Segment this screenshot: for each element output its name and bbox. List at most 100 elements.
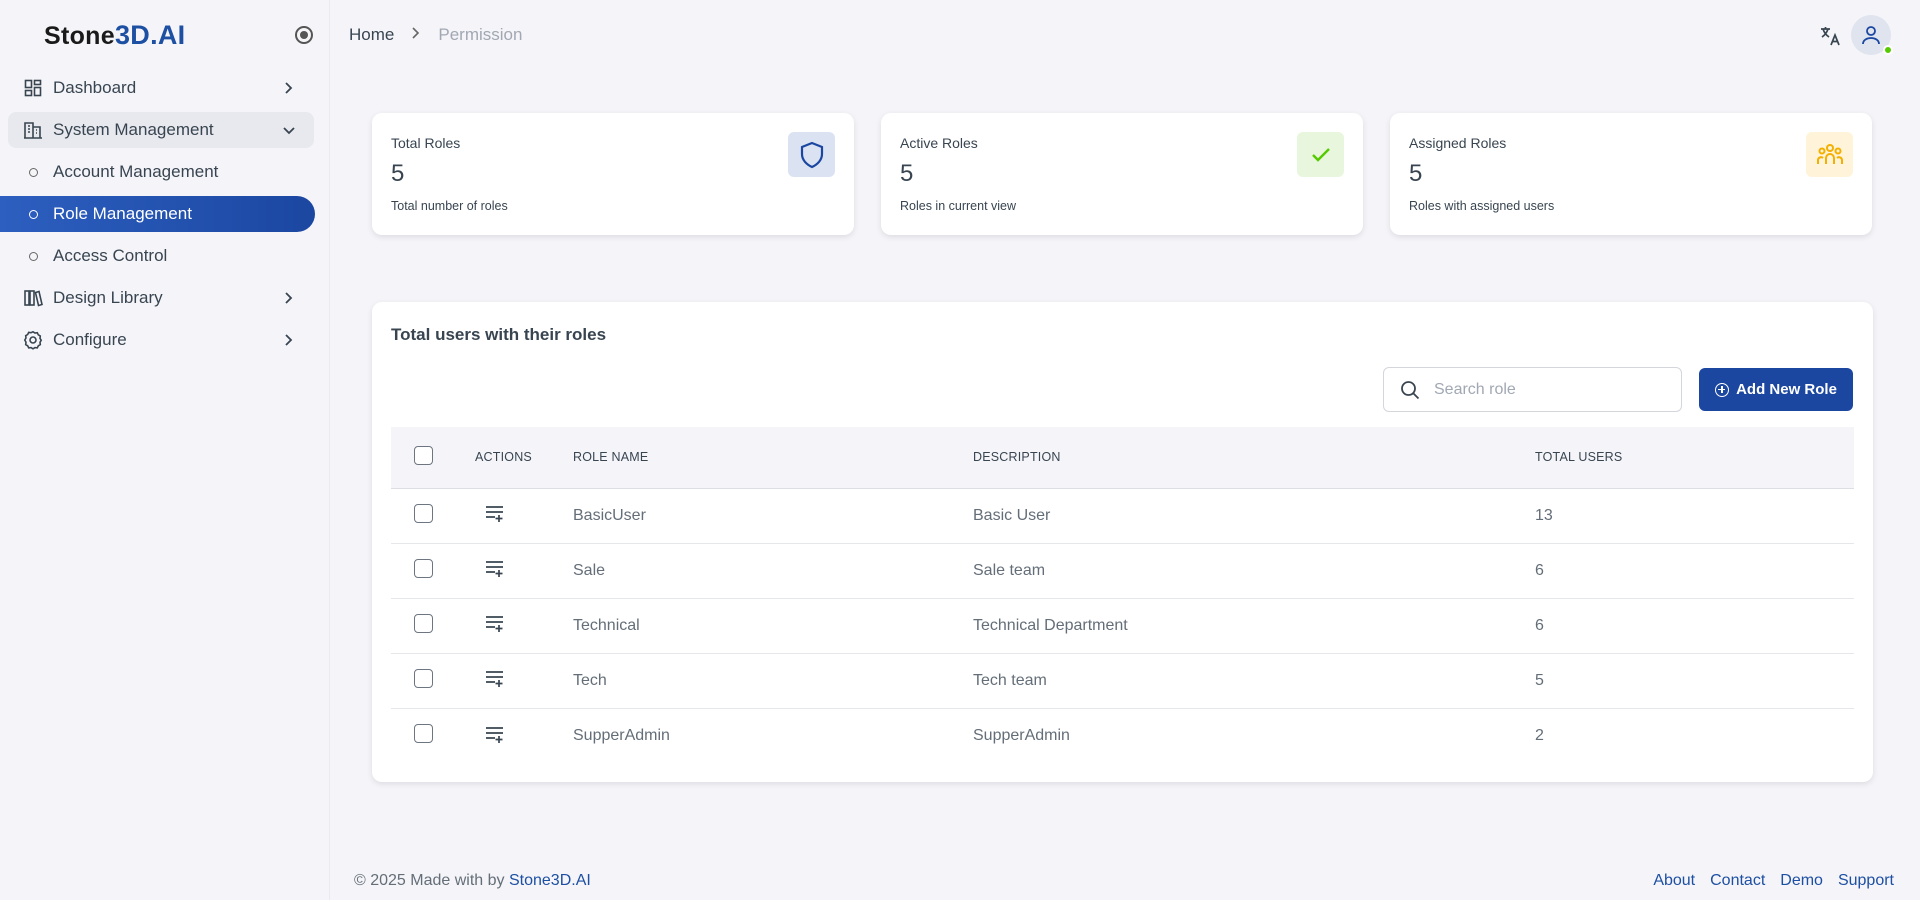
sidebar-item-design-library[interactable]: Design Library	[8, 280, 313, 316]
stat-value: 5	[391, 160, 405, 187]
chevron-right-icon	[285, 334, 293, 346]
role-total-users-cell: 6	[1535, 561, 1544, 579]
role-name-cell: Technical	[573, 616, 640, 634]
online-status-badge	[1883, 45, 1893, 55]
row-checkbox[interactable]	[414, 724, 433, 744]
stat-card-active-roles: Active Roles 5 Roles in current view	[881, 113, 1363, 235]
building-icon	[22, 119, 44, 141]
role-description-cell: Technical Department	[973, 616, 1128, 634]
footer-brand-link[interactable]: Stone3D.AI	[509, 872, 591, 889]
sidebar-item-label: Configure	[53, 330, 127, 349]
user-icon	[1862, 26, 1880, 45]
sidebar-subitem-account-management[interactable]: Account Management	[0, 154, 314, 190]
select-all-checkbox[interactable]	[414, 446, 433, 466]
sidebar-item-label: System Management	[53, 120, 214, 139]
sidebar-item-dashboard[interactable]: Dashboard	[8, 70, 313, 106]
table-row: Tech Tech team 5	[391, 653, 1854, 708]
roles-card: Total users with their roles Add New Rol…	[372, 302, 1873, 782]
stat-label: Active Roles	[900, 135, 978, 151]
footer-link-support[interactable]: Support	[1838, 872, 1894, 890]
logo-highlight: 3D.AI	[114, 19, 186, 50]
column-header-actions: ACTIONS	[475, 450, 532, 465]
stat-card-total-roles: Total Roles 5 Total number of roles	[372, 113, 854, 235]
dashboard-grid-icon	[22, 77, 44, 99]
role-description-cell: SupperAdmin	[973, 727, 1070, 745]
list-add-icon[interactable]	[484, 612, 506, 634]
breadcrumb-current: Permission	[438, 25, 523, 44]
table-row: Technical Technical Department 6	[391, 598, 1854, 653]
chevron-right-icon	[410, 25, 422, 45]
role-name-cell: BasicUser	[573, 506, 646, 524]
role-description-cell: Tech team	[973, 671, 1047, 689]
role-name-cell: SupperAdmin	[573, 727, 670, 745]
stat-description: Roles in current view	[900, 199, 1017, 213]
footer-links: About Contact Demo Support	[1653, 872, 1894, 890]
sidebar-subitem-access-control[interactable]: Access Control	[0, 238, 314, 274]
list-add-icon[interactable]	[484, 502, 506, 524]
library-books-icon	[22, 287, 44, 309]
roles-card-title: Total users with their roles	[391, 325, 607, 344]
circle-bullet-icon	[29, 209, 38, 219]
footer-copyright: © 2025 Made with by Stone3D.AI	[354, 872, 591, 890]
column-header-role-name[interactable]: ROLE NAME	[573, 427, 973, 488]
role-total-users-cell: 6	[1535, 616, 1544, 634]
breadcrumb-home-link[interactable]: Home	[349, 25, 394, 45]
circle-bullet-icon	[29, 251, 38, 261]
sidebar-item-configure[interactable]: Configure	[8, 322, 313, 358]
role-name-cell: Sale	[573, 561, 606, 579]
add-new-role-label: Add New Role	[1736, 381, 1837, 398]
row-checkbox[interactable]	[414, 668, 433, 688]
translate-icon[interactable]	[1818, 24, 1842, 48]
chevron-right-icon	[285, 82, 293, 94]
list-add-icon[interactable]	[484, 557, 506, 579]
column-header-description[interactable]: DESCRIPTION	[973, 427, 1535, 488]
search-icon	[1401, 381, 1420, 400]
role-description-cell: Sale team	[973, 561, 1046, 579]
stat-label: Assigned Roles	[1409, 135, 1507, 151]
row-checkbox[interactable]	[414, 613, 433, 633]
sidebar: Stone3D.AI Dashboard System Management A…	[0, 0, 330, 900]
stat-card-assigned-roles: Assigned Roles 5 Roles with assigned use…	[1390, 113, 1872, 235]
stat-description: Roles with assigned users	[1409, 199, 1555, 213]
brand-logo[interactable]: Stone3D.AI	[44, 20, 185, 51]
sidebar-subitem-role-management[interactable]: Role Management	[0, 196, 315, 232]
search-role-input[interactable]	[1434, 380, 1664, 399]
user-avatar[interactable]	[1851, 15, 1893, 55]
breadcrumb: Home Permission	[349, 25, 522, 45]
sidebar-collapse-toggle-icon[interactable]	[295, 26, 313, 44]
chevron-right-icon	[285, 292, 293, 304]
sidebar-item-label: Dashboard	[53, 78, 137, 97]
row-checkbox[interactable]	[414, 558, 433, 578]
sidebar-subitem-label: Role Management	[53, 204, 192, 223]
gear-icon	[22, 329, 44, 351]
check-icon	[1297, 132, 1344, 177]
logo-prefix: Stone	[44, 21, 115, 50]
sidebar-subitem-label: Access Control	[53, 246, 168, 265]
role-total-users-cell: 2	[1535, 727, 1544, 745]
row-checkbox[interactable]	[414, 503, 433, 523]
add-new-role-button[interactable]: Add New Role	[1699, 368, 1853, 411]
footer-copyright-text: © 2025 Made with by	[354, 872, 509, 889]
column-header-total-users[interactable]: TOTAL USERS	[1535, 427, 1854, 488]
chevron-down-icon	[283, 127, 295, 135]
footer-link-demo[interactable]: Demo	[1780, 872, 1823, 890]
sidebar-item-label: Design Library	[53, 288, 163, 307]
roles-table: ACTIONS ROLE NAME DESCRIPTION TOTAL USER…	[391, 427, 1854, 764]
list-add-icon[interactable]	[484, 723, 506, 745]
sidebar-item-system-management[interactable]: System Management	[8, 112, 314, 148]
role-name-cell: Tech	[573, 671, 607, 689]
table-row: SupperAdmin SupperAdmin 2	[391, 708, 1854, 764]
stat-value: 5	[900, 160, 914, 187]
stat-value: 5	[1409, 160, 1423, 187]
footer-link-contact[interactable]: Contact	[1710, 872, 1765, 890]
list-add-icon[interactable]	[484, 667, 506, 689]
plus-circle-icon	[1715, 382, 1730, 397]
logo-row: Stone3D.AI	[0, 0, 329, 70]
users-icon	[1806, 132, 1853, 177]
circle-bullet-icon	[29, 167, 38, 177]
stat-description: Total number of roles	[391, 199, 508, 213]
footer-link-about[interactable]: About	[1653, 872, 1695, 890]
shield-icon	[788, 132, 835, 177]
table-row: BasicUser Basic User 13	[391, 488, 1854, 543]
role-total-users-cell: 5	[1535, 671, 1544, 689]
